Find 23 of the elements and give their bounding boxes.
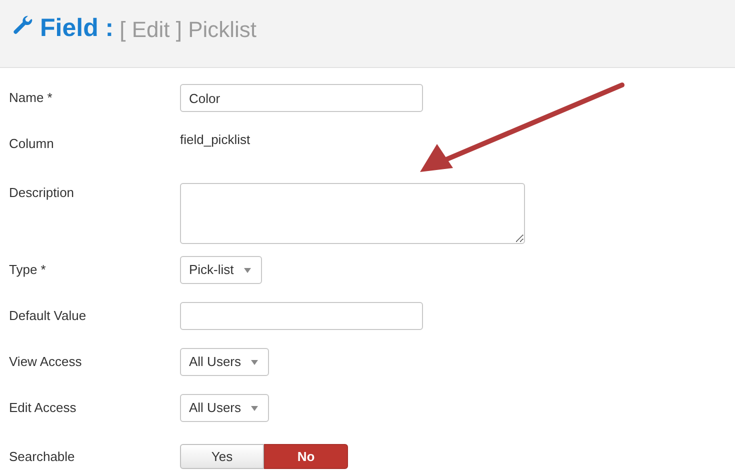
wrench-icon [12, 14, 34, 36]
select-dropdown[interactable]: All Users [180, 348, 270, 376]
field-label: Name * [8, 89, 54, 108]
toggle-option[interactable]: No [264, 444, 348, 469]
page-subtitle: [ Edit ] Picklist [120, 16, 257, 44]
page-title: Field : [40, 13, 114, 44]
caret-icon [244, 268, 251, 272]
caret-icon [251, 360, 258, 364]
select-dropdown[interactable]: All Users [180, 394, 270, 422]
field-label: Type * [8, 261, 47, 280]
caret-icon [251, 406, 258, 410]
field-label: Searchable [8, 448, 76, 466]
column-value: field_picklist [180, 131, 250, 150]
field-label: Edit Access [8, 399, 78, 418]
text-field[interactable] [180, 302, 423, 330]
select-dropdown[interactable]: Pick-list [180, 256, 262, 284]
text-field[interactable]: Color [180, 84, 423, 112]
field-label: Description [8, 184, 76, 202]
field-label: Default Value [8, 307, 88, 326]
field-label: View Access [8, 353, 83, 372]
description-field[interactable] [180, 183, 525, 244]
toggle-option[interactable]: Yes [180, 444, 264, 469]
field-label: Column [8, 135, 55, 154]
